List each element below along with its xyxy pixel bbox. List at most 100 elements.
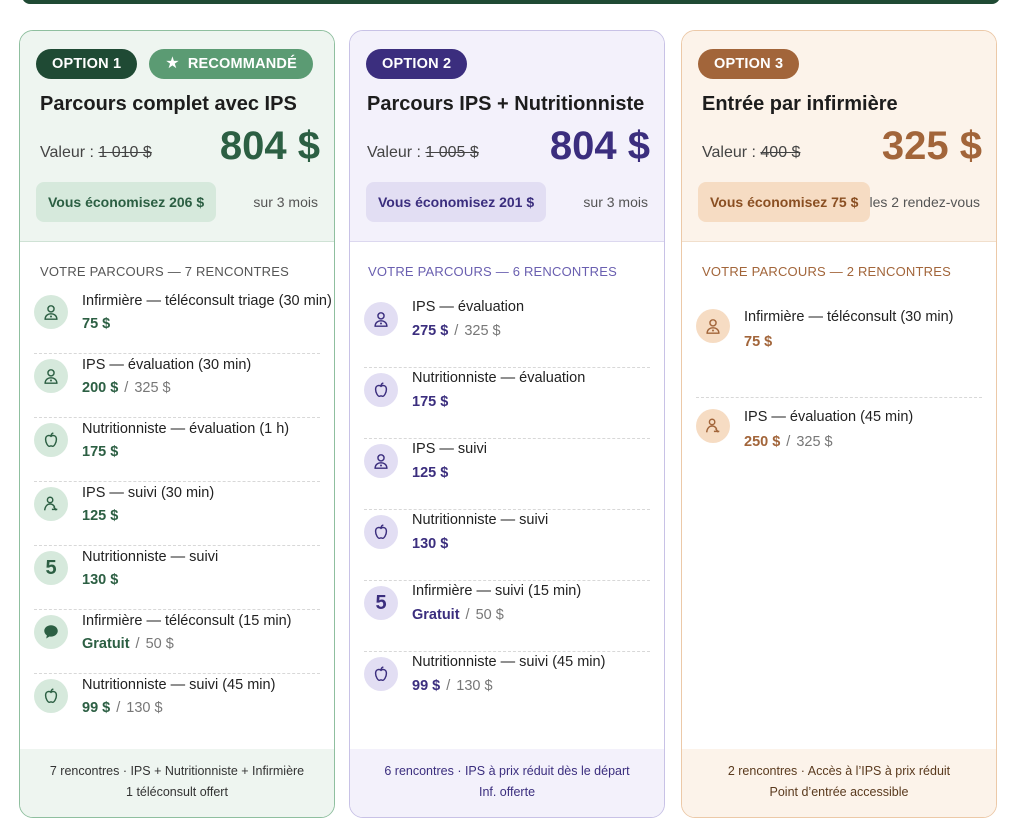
- list-item[interactable]: Infirmière — téléconsult triage (30 min)…: [34, 293, 332, 354]
- card-title: Parcours complet avec IPS: [40, 93, 297, 115]
- item-price: 125 $: [82, 508, 119, 524]
- list-item[interactable]: Nutritionniste — évaluation 175 $: [364, 370, 650, 439]
- card-footer: 2 rencontres · Accès à l’IPS à prix rédu…: [682, 749, 996, 817]
- value-old-price: 400 $: [760, 144, 801, 161]
- card-footer: 6 rencontres · IPS à prix réduit dès le …: [350, 749, 664, 817]
- list-item[interactable]: Infirmière — téléconsult (30 min) 75 $: [696, 301, 982, 398]
- price: 804 $: [549, 124, 650, 168]
- star-icon: ★: [165, 55, 180, 72]
- option-1-card[interactable]: OPTION 1 ★ RECOMMANDÉ Parcours complet a…: [19, 30, 335, 818]
- nurse-icon: [364, 444, 398, 478]
- item-price-line: 175 $: [412, 394, 448, 410]
- card-header: OPTION 1 ★ RECOMMANDÉ Parcours complet a…: [20, 31, 334, 242]
- savings-badge: Vous économisez 201 $: [366, 182, 547, 222]
- item-name: IPS — évaluation: [412, 299, 525, 315]
- option-badge: OPTION 1: [36, 49, 138, 79]
- value-line: Valeur : 400 $: [702, 144, 800, 162]
- nurse-icon: [34, 295, 68, 329]
- item-reference-price: 325 $: [134, 380, 171, 396]
- item-price-line: 175 $: [82, 444, 118, 460]
- item-price-line: 125 $: [82, 508, 118, 524]
- card-footer: 7 rencontres · IPS + Nutritionniste + In…: [20, 749, 334, 817]
- list-item[interactable]: IPS — suivi (30 min) 125 $: [34, 485, 320, 546]
- item-reference-price: 325 $: [796, 434, 833, 450]
- price-separator: /: [124, 380, 129, 396]
- price: 804 $: [219, 124, 320, 168]
- item-price-line: 99 $ / 130 $: [412, 678, 493, 694]
- savings-badge: Vous économisez 206 $: [36, 182, 217, 222]
- list-item[interactable]: Nutritionniste — évaluation (1 h) 175 $: [34, 421, 320, 482]
- top-banner-bar: [22, 0, 1000, 4]
- item-name: IPS — évaluation (30 min): [82, 357, 252, 373]
- price: 325 $: [881, 124, 982, 168]
- person-icon: [34, 487, 68, 521]
- price-separator: /: [135, 636, 140, 652]
- apple-icon: [364, 373, 398, 407]
- item-reference-price: 130 $: [126, 700, 163, 716]
- item-price: 125 $: [412, 465, 449, 481]
- item-price: 175 $: [412, 394, 449, 410]
- item-name: Infirmière — suivi (15 min): [412, 583, 582, 599]
- list-item[interactable]: IPS — évaluation (45 min) 250 $ / 325 $: [696, 401, 982, 497]
- item-name: IPS — suivi: [412, 441, 487, 457]
- value-label: Valeur :: [367, 144, 421, 161]
- recommended-badge: ★ RECOMMANDÉ: [149, 49, 313, 79]
- price-separator: /: [465, 607, 470, 623]
- price-separator: /: [454, 323, 459, 339]
- card-title: Parcours IPS + Nutritionniste: [367, 93, 645, 115]
- item-price-line: 75 $: [82, 316, 110, 332]
- footer-summary: 6 rencontres · IPS à prix réduit dès le …: [384, 764, 630, 778]
- footer-note: Inf. offerte: [478, 785, 536, 799]
- item-price: 75 $: [82, 316, 111, 332]
- list-item[interactable]: IPS — suivi 125 $: [364, 441, 650, 510]
- list-item[interactable]: Nutritionniste — suivi (45 min) 99 $ / 130 …: [34, 677, 320, 737]
- item-price-line: 75 $: [744, 334, 772, 350]
- parcours-heading: VOTRE PARCOURS — 2 RENCONTRES: [702, 264, 951, 279]
- parcours-heading: VOTRE PARCOURS — 7 RENCONTRES: [40, 264, 289, 279]
- item-price-line: 130 $: [412, 536, 448, 552]
- option-2-card[interactable]: OPTION 2 Parcours IPS + Nutritionniste V…: [349, 30, 665, 818]
- item-reference-price: 130 $: [456, 678, 493, 694]
- list-item[interactable]: 5 Infirmière — suivi (15 min) Gratuit / 50 $: [364, 583, 650, 652]
- item-name: Nutritionniste — suivi: [82, 549, 219, 565]
- list-item[interactable]: Nutritionniste — suivi (45 min) 99 $ / 130 …: [364, 654, 650, 722]
- item-price-line: 275 $ / 325 $: [412, 323, 501, 339]
- price-separator: /: [446, 678, 451, 694]
- item-reference-price: 325 $: [464, 323, 501, 339]
- parcours-heading: VOTRE PARCOURS — 6 RENCONTRES: [368, 264, 617, 279]
- item-name: Nutritionniste — évaluation (1 h): [82, 421, 290, 437]
- item-price: 130 $: [412, 536, 449, 552]
- chat-icon: [34, 615, 68, 649]
- item-name: Infirmière — téléconsult (30 min): [744, 309, 954, 325]
- apple-icon: [364, 657, 398, 691]
- item-price-line: 125 $: [412, 465, 448, 481]
- footer-summary: 7 rencontres · IPS + Nutritionniste + In…: [49, 764, 305, 778]
- list-item[interactable]: IPS — évaluation (30 min) 200 $ / 325 $: [34, 357, 320, 418]
- option-3-card[interactable]: OPTION 3 Entrée par infirmière Valeur : …: [681, 30, 997, 818]
- item-price: 250 $: [744, 434, 781, 450]
- item-price: 99 $: [412, 678, 441, 694]
- item-price: Gratuit: [412, 607, 460, 623]
- period-label: les 2 rendez-vous: [869, 194, 980, 210]
- list-item[interactable]: IPS — évaluation 275 $ / 325 $: [364, 299, 650, 368]
- list-item[interactable]: 5 Nutritionniste — suivi 130 $: [34, 549, 320, 610]
- value-line: Valeur : 1 005 $: [367, 144, 479, 162]
- option-badge: OPTION 2: [366, 49, 468, 79]
- apple-icon: [34, 423, 68, 457]
- value-old-price: 1 005 $: [425, 144, 479, 161]
- value-label: Valeur :: [40, 144, 94, 161]
- list-item[interactable]: Nutritionniste — suivi 130 $: [364, 512, 650, 581]
- item-name: Nutritionniste — suivi: [412, 512, 549, 528]
- item-price-line: 200 $ / 325 $: [82, 380, 171, 396]
- value-line: Valeur : 1 010 $: [40, 144, 152, 162]
- apple-icon: [34, 679, 68, 713]
- nurse-icon: [696, 309, 730, 343]
- price-separator: /: [116, 700, 121, 716]
- price-separator: /: [786, 434, 791, 450]
- item-name: IPS — suivi (30 min): [82, 485, 215, 501]
- list-item[interactable]: Infirmière — téléconsult (15 min) Gratuit…: [34, 613, 320, 674]
- item-price: 175 $: [82, 444, 119, 460]
- nurse-icon: [364, 302, 398, 336]
- savings-badge: Vous économisez 75 $: [698, 182, 871, 222]
- item-reference-price: 50 $: [145, 636, 174, 652]
